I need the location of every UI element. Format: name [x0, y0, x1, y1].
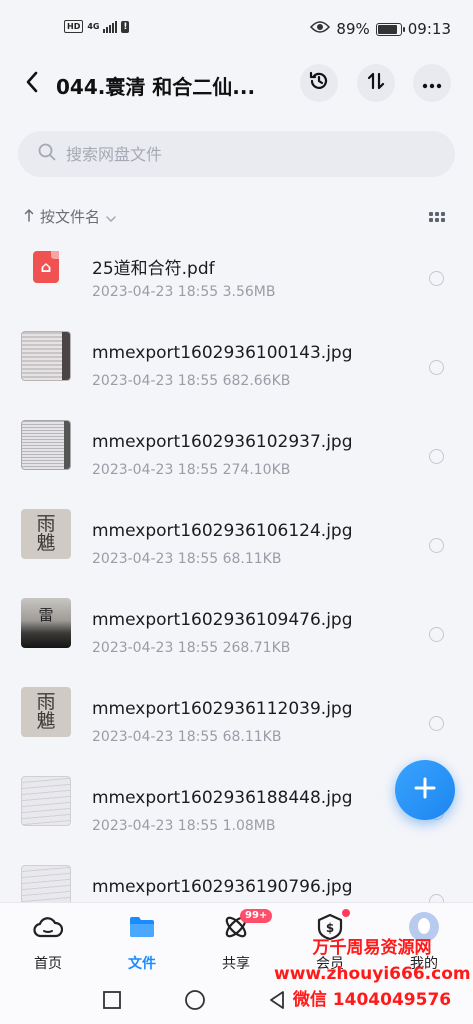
file-meta: 2023-04-23 18:55 1.08MB: [92, 818, 276, 834]
tab-home[interactable]: 首页: [8, 911, 88, 973]
file-name: mmexport1602936102937.jpg: [92, 432, 353, 452]
add-button[interactable]: [395, 760, 455, 820]
status-bar: HD 4G ! 89% 09:13: [0, 0, 473, 56]
share-atom-icon: 99+: [220, 909, 273, 943]
image-thumbnail: [21, 776, 71, 826]
file-name: mmexport1602936100143.jpg: [92, 343, 353, 363]
select-radio[interactable]: [429, 449, 444, 464]
tab-label: 文件: [128, 956, 156, 972]
file-name: 25道和合符.pdf: [92, 259, 215, 279]
pdf-file-icon: ⌂: [21, 242, 71, 292]
status-left: HD 4G !: [64, 20, 130, 33]
page-title: 044.寰清 和合二仙...: [56, 75, 256, 99]
hd-indicator: HD: [64, 20, 84, 33]
back-arrow-icon: [25, 71, 39, 97]
file-name: mmexport1602936190796.jpg: [92, 877, 353, 897]
network-type: 4G: [87, 21, 100, 31]
more-icon: [422, 74, 442, 93]
file-name: mmexport1602936188448.jpg: [92, 788, 353, 808]
vip-icon: $: [314, 909, 350, 943]
back-button[interactable]: [16, 66, 48, 102]
search-bar[interactable]: [18, 131, 455, 177]
tab-label: 共享: [222, 956, 250, 972]
tab-bar: 首页 文件 99+ 共享 $ 会员 我的: [0, 902, 473, 978]
battery-percent: 89%: [336, 20, 370, 38]
file-name: mmexport1602936109476.jpg: [92, 610, 353, 630]
cloud-icon: [32, 911, 64, 943]
select-radio[interactable]: [429, 627, 444, 642]
image-thumbnail: [21, 331, 71, 381]
history-icon: [308, 70, 330, 96]
select-radio[interactable]: [429, 271, 444, 286]
tab-files[interactable]: 文件: [102, 911, 182, 973]
file-meta: 2023-04-23 18:55 3.56MB: [92, 284, 276, 300]
recents-square-icon[interactable]: [98, 986, 126, 1014]
image-thumbnail: 雷: [21, 598, 71, 648]
file-meta: 2023-04-23 18:55 268.71KB: [92, 640, 291, 656]
file-row[interactable]: mmexport1602936100143.jpg 2023-04-23 18:…: [0, 311, 473, 400]
tab-share[interactable]: 99+ 共享: [196, 909, 276, 973]
eye-icon: [310, 20, 331, 38]
file-meta: 2023-04-23 18:55 68.11KB: [92, 729, 282, 745]
back-triangle-icon[interactable]: [263, 986, 291, 1014]
battery-icon: [375, 22, 405, 36]
tab-label: 会员: [316, 956, 344, 972]
history-button[interactable]: [300, 64, 338, 102]
system-nav-bar: [0, 978, 473, 1024]
select-radio[interactable]: [429, 538, 444, 553]
select-radio[interactable]: [429, 360, 444, 375]
image-thumbnail: 雨魋: [21, 687, 71, 737]
tab-vip[interactable]: $ 会员: [290, 909, 370, 973]
warning-icon: !: [121, 20, 130, 33]
sort-arrows-icon: [366, 71, 386, 95]
folder-icon: [126, 911, 158, 943]
svg-text:$: $: [326, 921, 334, 935]
more-button[interactable]: [413, 64, 451, 102]
image-thumbnail: [21, 865, 71, 902]
clock: 09:13: [407, 20, 451, 38]
notification-dot: [342, 909, 350, 917]
signal-icon: [103, 20, 118, 33]
sort-button[interactable]: [357, 64, 395, 102]
file-meta: 2023-04-23 18:55 682.66KB: [92, 373, 291, 389]
select-radio[interactable]: [429, 716, 444, 731]
file-meta: 2023-04-23 18:55 274.10KB: [92, 462, 291, 478]
notification-badge: 99+: [240, 909, 273, 923]
battery-level: [377, 24, 398, 34]
tab-label: 首页: [34, 956, 62, 972]
file-row[interactable]: 雨魋 mmexport1602936106124.jpg 2023-04-23 …: [0, 489, 473, 578]
tab-profile[interactable]: 我的: [384, 911, 464, 973]
image-thumbnail: [21, 420, 71, 470]
home-circle-icon[interactable]: [181, 986, 209, 1014]
avatar-icon: [408, 911, 440, 943]
select-radio[interactable]: [429, 894, 444, 902]
tab-label: 我的: [410, 956, 438, 972]
image-thumbnail: 雨魋: [21, 509, 71, 559]
file-row[interactable]: mmexport1602936102937.jpg 2023-04-23 18:…: [0, 400, 473, 489]
file-row[interactable]: 雨魋 mmexport1602936112039.jpg 2023-04-23 …: [0, 667, 473, 756]
file-name: mmexport1602936112039.jpg: [92, 699, 353, 719]
plus-icon: [413, 776, 437, 804]
file-row[interactable]: ⌂ 25道和合符.pdf 2023-04-23 18:55 3.56MB: [0, 222, 473, 311]
status-right: 89% 09:13: [310, 20, 451, 38]
search-icon: [38, 143, 56, 165]
file-row[interactable]: mmexport1602936190796.jpg: [0, 845, 473, 902]
header: 044.寰清 和合二仙...: [0, 58, 473, 110]
search-input[interactable]: [66, 144, 406, 164]
file-meta: 2023-04-23 18:55 68.11KB: [92, 551, 282, 567]
file-row[interactable]: 雷 mmexport1602936109476.jpg 2023-04-23 1…: [0, 578, 473, 667]
file-name: mmexport1602936106124.jpg: [92, 521, 353, 541]
